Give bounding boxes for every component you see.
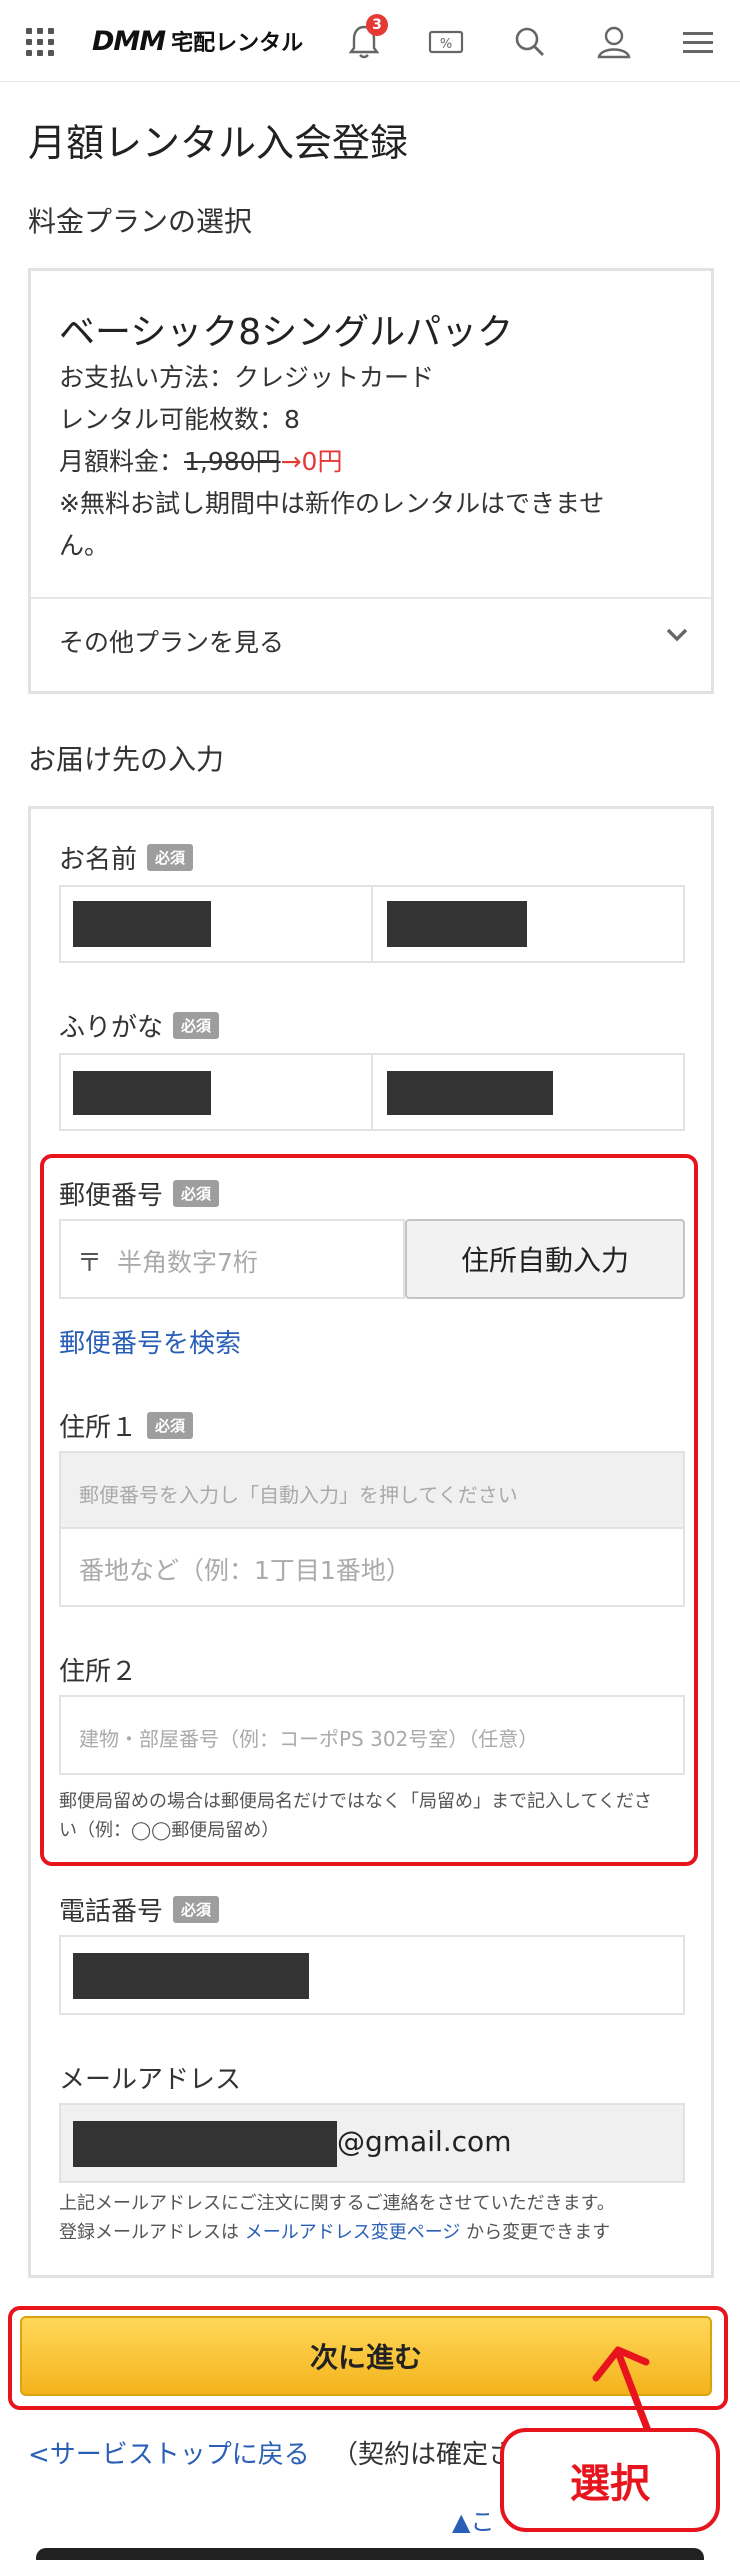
furigana-label-text: ふりがな [59,1013,164,1043]
email-note: 上記メールアドレスにご注文に関するご連絡をさせていただきます。 登録メールアドレ… [59,2189,699,2247]
phone-input[interactable] [59,1935,685,2015]
email-label: メールアドレス [59,2059,241,2096]
payment-method: お支払い方法：クレジットカード [59,363,435,392]
required-badge: 必須 [173,1012,220,1039]
address-highlight-frame [40,1154,698,1866]
notification-bell-icon[interactable]: 3 [342,14,388,64]
contract-not-confirmed-note: （契約は確定さ [332,2440,515,2470]
redacted-block [73,901,211,947]
coupon-icon[interactable]: % [424,20,468,64]
plan-card: ベーシック8シングルパック お支払い方法：クレジットカード レンタル可能枚数：8… [28,268,714,694]
delivery-section-title: お届け先の入力 [28,743,225,776]
plan-name: ベーシック8シングルパック [59,312,514,353]
redacted-block [73,2121,337,2167]
email-note-line2: 登録メールアドレスは メールアドレス変更ページ から変更できます [59,2218,699,2247]
redacted-block [387,1071,553,1115]
redacted-block [73,1071,211,1115]
svg-text:%: % [440,37,452,52]
select-callout: 選択 [500,2428,720,2532]
name-label-text: お名前 [59,845,138,875]
back-to-service-top-link[interactable]: <サービストップに戻る [28,2434,310,2471]
trial-notice-line1: ※無料お試し期間中は新作のレンタルはできませ [59,489,605,518]
plan-section-title: 料金プランの選択 [28,205,253,238]
phone-label-text: 電話番号 [59,1897,164,1927]
fee-new-price: 0円 [301,447,343,476]
last-name-kana-input[interactable] [59,1053,373,1131]
page-top-link[interactable]: ▲こ [452,2502,494,2537]
furigana-label: ふりがな 必須 [59,1007,220,1044]
phone-label: 電話番号 必須 [59,1891,220,1928]
monthly-fee: 月額料金：1,980円→0円 [59,441,342,483]
logo-service-text: 宅配レンタル [171,31,304,56]
required-badge: 必須 [147,844,194,871]
required-badge: 必須 [173,1896,220,1923]
page-title: 月額レンタル入会登録 [28,121,409,165]
plan-divider [31,597,711,599]
chevron-down-icon[interactable] [665,627,689,647]
logo-dmm-text: DMM [92,25,166,57]
fee-label: 月額料金： [59,447,185,476]
redacted-block [73,1953,309,1999]
email-label-text: メールアドレス [59,2065,242,2095]
email-field: @gmail.com [59,2103,685,2183]
apps-grid-icon[interactable] [26,28,54,56]
email-note-line1: 上記メールアドレスにご注文に関するご連絡をさせていただきます。 [59,2193,615,2214]
email-note-prefix: 登録メールアドレスは [59,2222,239,2243]
name-label: お名前 必須 [59,839,194,876]
first-name-kana-input[interactable] [371,1053,685,1131]
rental-count: レンタル可能枚数：8 [59,405,300,434]
bottom-bar [36,2548,704,2560]
redacted-block [387,901,527,947]
fee-old-price: 1,980円 [184,447,281,476]
user-account-icon[interactable] [592,20,636,64]
fee-arrow: → [280,447,302,476]
dmm-logo[interactable]: DMM 宅配レンタル [92,22,303,60]
email-change-link[interactable]: メールアドレス変更ページ [245,2222,461,2243]
email-domain: @gmail.com [337,2125,512,2158]
trial-notice-line2: ん。 [59,531,110,560]
notification-count-badge: 3 [366,14,388,36]
other-plans-toggle[interactable]: その他プランを見る [59,623,284,659]
search-icon[interactable] [508,20,552,64]
hamburger-menu-icon[interactable] [676,20,720,64]
email-note-suffix: から変更できます [466,2222,611,2243]
app-header: DMM 宅配レンタル 3 % [0,0,740,82]
first-name-input[interactable] [371,885,685,963]
last-name-input[interactable] [59,885,373,963]
